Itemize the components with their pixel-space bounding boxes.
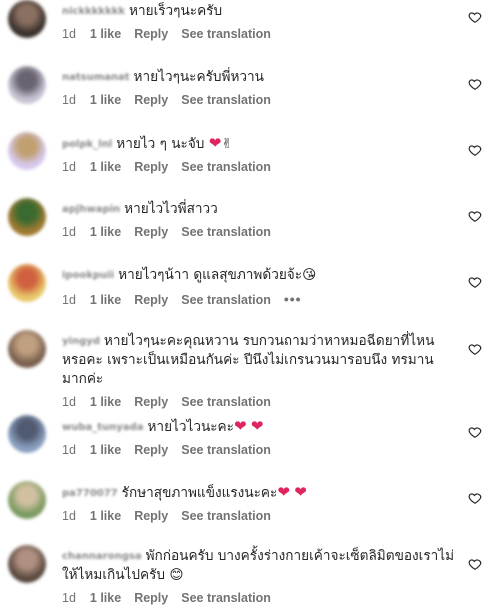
avatar[interactable] bbox=[8, 545, 46, 583]
reply-button[interactable]: Reply bbox=[134, 395, 168, 409]
comment-text: หายไวๆน้าา ดูแลสุขภาพด้วยจ้ะ bbox=[118, 267, 303, 283]
comment-body: polpk_lnl หายไว ๆ นะจับ ❤✌ 1d 1 like Reply S… bbox=[62, 134, 458, 174]
avatar[interactable] bbox=[8, 481, 46, 519]
heart-icon[interactable] bbox=[468, 342, 482, 356]
reply-button[interactable]: Reply bbox=[134, 225, 168, 239]
comment-body: pa770077 รักษาสุขภาพแข็งแรงนะคะ❤ ❤ 1d 1 li… bbox=[62, 483, 458, 523]
see-translation-button[interactable]: See translation bbox=[181, 93, 271, 107]
like-count[interactable]: 1 like bbox=[90, 293, 121, 307]
comment-time: 1d bbox=[62, 27, 76, 41]
avatar[interactable] bbox=[8, 66, 46, 104]
like-count[interactable]: 1 like bbox=[90, 93, 121, 107]
heart-emoji: ❤ bbox=[277, 483, 290, 501]
comment-body: ipookpuii หายไวๆน้าา ดูแลสุขภาพด้วยจ้ะ😘 1… bbox=[62, 266, 458, 307]
comment-text: หายไวไวพี่สาวว bbox=[124, 201, 218, 217]
username[interactable]: wuba_tunyada bbox=[62, 418, 143, 437]
comment-time: 1d bbox=[62, 591, 76, 605]
see-translation-button[interactable]: See translation bbox=[181, 443, 271, 457]
comment-meta: 1d 1 like Reply See translation ••• bbox=[62, 291, 458, 307]
username[interactable]: ipookpuii bbox=[62, 266, 114, 285]
heart-icon[interactable] bbox=[468, 143, 482, 157]
username[interactable]: polpk_lnl bbox=[62, 135, 112, 154]
heart-icon[interactable] bbox=[468, 77, 482, 91]
comment-body: apjhwapin หายไวไวพี่สาวว 1d 1 like Reply See… bbox=[62, 200, 458, 239]
comment-meta: 1d 1 like Reply See translation bbox=[62, 591, 458, 605]
comment-time: 1d bbox=[62, 293, 76, 307]
comment-meta: 1d 1 like Reply See translation bbox=[62, 225, 458, 239]
comment-meta: 1d 1 like Reply See translation bbox=[62, 443, 458, 457]
like-count[interactable]: 1 like bbox=[90, 27, 121, 41]
comment-meta: 1d 1 like Reply See translation bbox=[62, 160, 458, 174]
see-translation-button[interactable]: See translation bbox=[181, 293, 271, 307]
comment-text: หายไวๆนะครับพี่หวาน bbox=[133, 69, 264, 85]
comment-meta: 1d 1 like Reply See translation bbox=[62, 27, 458, 41]
comment-time: 1d bbox=[62, 225, 76, 239]
username[interactable]: channarongsa bbox=[62, 547, 142, 566]
avatar[interactable] bbox=[8, 415, 46, 453]
kiss-emoji: 😘 bbox=[302, 267, 317, 283]
comment-body: natsumanat หายไวๆนะครับพี่หวาน 1d 1 like Re… bbox=[62, 68, 458, 107]
comment-body: yingyd หายไวๆนะคะคุณหวาน รบกวนถามว่าหาหมอ… bbox=[62, 332, 458, 409]
heart-icon[interactable] bbox=[468, 10, 482, 24]
comment-time: 1d bbox=[62, 93, 76, 107]
reply-button[interactable]: Reply bbox=[134, 293, 168, 307]
reply-button[interactable]: Reply bbox=[134, 93, 168, 107]
see-translation-button[interactable]: See translation bbox=[181, 395, 271, 409]
comment-time: 1d bbox=[62, 443, 76, 457]
comment-text: รักษาสุขภาพแข็งแรงนะคะ bbox=[121, 485, 278, 501]
heart-icon[interactable] bbox=[468, 209, 482, 223]
comment-meta: 1d 1 like Reply See translation bbox=[62, 509, 458, 523]
reply-button[interactable]: Reply bbox=[134, 160, 168, 174]
comment-body: channarongsa พักก่อนครับ บางครั้งร่างกายเ… bbox=[62, 547, 458, 605]
comment-time: 1d bbox=[62, 160, 76, 174]
reply-button[interactable]: Reply bbox=[134, 509, 168, 523]
avatar[interactable] bbox=[8, 330, 46, 368]
heart-icon[interactable] bbox=[468, 275, 482, 289]
more-options-icon[interactable]: ••• bbox=[284, 291, 302, 307]
comment-text: หายไวไวนะคะ bbox=[147, 419, 234, 435]
see-translation-button[interactable]: See translation bbox=[181, 27, 271, 41]
username[interactable]: natsumanat bbox=[62, 68, 130, 87]
comment-meta: 1d 1 like Reply See translation bbox=[62, 93, 458, 107]
like-count[interactable]: 1 like bbox=[90, 443, 121, 457]
heart-emoji: ❤ bbox=[233, 417, 247, 435]
heart-icon[interactable] bbox=[468, 557, 482, 571]
like-count[interactable]: 1 like bbox=[90, 225, 121, 239]
comment-time: 1d bbox=[62, 395, 76, 409]
username[interactable]: yingyd bbox=[62, 332, 100, 351]
reply-button[interactable]: Reply bbox=[134, 443, 168, 457]
heart-emoji: ❤ bbox=[250, 417, 264, 435]
avatar[interactable] bbox=[8, 132, 46, 170]
see-translation-button[interactable]: See translation bbox=[181, 509, 271, 523]
reply-button[interactable]: Reply bbox=[134, 27, 168, 41]
reply-button[interactable]: Reply bbox=[134, 591, 168, 605]
comment-text: หายเร็วๆนะครับ bbox=[129, 3, 223, 19]
username[interactable]: pa770077 bbox=[62, 484, 118, 503]
comment-text: หายไว ๆ นะจับ bbox=[116, 136, 205, 152]
peace-emoji: ✌ bbox=[221, 136, 233, 152]
like-count[interactable]: 1 like bbox=[90, 509, 121, 523]
like-count[interactable]: 1 like bbox=[90, 160, 121, 174]
heart-icon[interactable] bbox=[468, 425, 482, 439]
heart-emoji: ❤ bbox=[208, 134, 222, 152]
comment-body: nickkkkkkk หายเร็วๆนะครับ 1d 1 like Reply Se… bbox=[62, 2, 458, 41]
avatar[interactable] bbox=[8, 264, 46, 302]
like-count[interactable]: 1 like bbox=[90, 591, 121, 605]
see-translation-button[interactable]: See translation bbox=[181, 160, 271, 174]
avatar[interactable] bbox=[8, 198, 46, 236]
smile-emoji: 😊 bbox=[169, 567, 184, 583]
comment-meta: 1d 1 like Reply See translation bbox=[62, 395, 458, 409]
avatar[interactable] bbox=[8, 0, 46, 38]
username[interactable]: apjhwapin bbox=[62, 200, 120, 219]
comment-body: wuba_tunyada หายไวไวนะคะ❤ ❤ 1d 1 like Reply… bbox=[62, 417, 458, 457]
see-translation-button[interactable]: See translation bbox=[181, 591, 271, 605]
like-count[interactable]: 1 like bbox=[90, 395, 121, 409]
heart-emoji: ❤ bbox=[294, 483, 307, 501]
username[interactable]: nickkkkkkk bbox=[62, 2, 125, 21]
comment-text: หายไวๆนะคะคุณหวาน รบกวนถามว่าหาหมอฉีดยาท… bbox=[62, 333, 435, 387]
heart-icon[interactable] bbox=[468, 491, 482, 505]
comment-time: 1d bbox=[62, 509, 76, 523]
see-translation-button[interactable]: See translation bbox=[181, 225, 271, 239]
